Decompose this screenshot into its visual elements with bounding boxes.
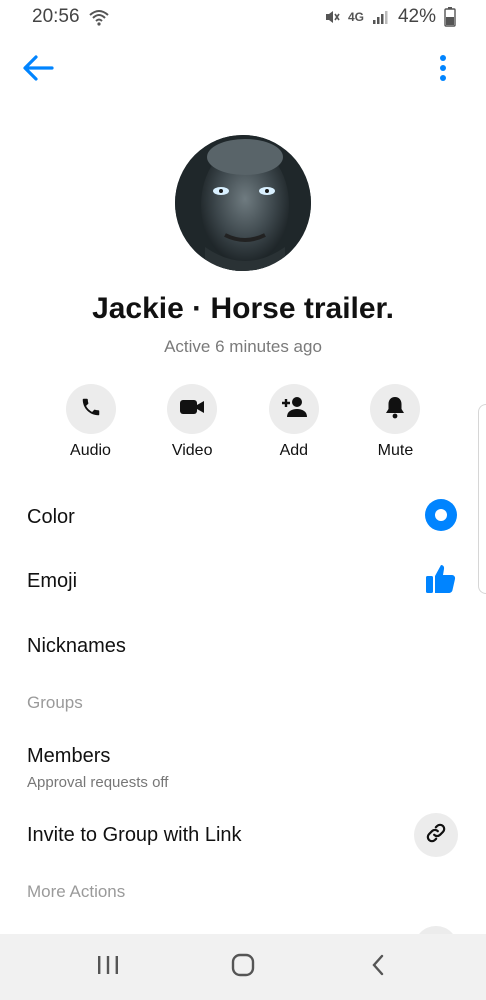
more-options-button[interactable]: [426, 50, 460, 90]
network-type-label: 4G: [347, 10, 364, 24]
battery-percent: 42%: [397, 6, 436, 27]
audio-label: Audio: [70, 442, 111, 459]
mute-button[interactable]: Mute: [345, 384, 446, 464]
more-vertical-icon: [439, 54, 447, 87]
system-nav-bar: [0, 934, 486, 1000]
add-label: Add: [279, 442, 309, 459]
wifi-icon: [88, 8, 110, 26]
profile-avatar[interactable]: [175, 135, 311, 271]
home-icon: [230, 952, 256, 983]
link-icon: [425, 822, 447, 849]
nicknames-label: Nicknames: [27, 634, 126, 657]
quick-actions: Audio Video Add Mute: [40, 384, 446, 464]
nicknames-row[interactable]: Nicknames: [0, 623, 486, 669]
status-time: 20:56: [32, 6, 80, 27]
back-button[interactable]: [18, 50, 58, 90]
video-camera-icon: [179, 397, 205, 422]
bell-icon: [384, 395, 406, 424]
active-status: Active 6 minutes ago: [164, 337, 322, 356]
emoji-row[interactable]: Emoji: [0, 558, 486, 604]
thumbs-up-icon: [424, 562, 458, 601]
home-button[interactable]: [213, 942, 273, 992]
status-bar: 20:56 4G 42%: [0, 0, 486, 34]
mute-status-icon: [324, 9, 340, 25]
color-label: Color: [27, 505, 75, 528]
more-actions-section-header: More Actions: [27, 882, 126, 901]
add-person-icon: [280, 395, 308, 424]
color-swatch-icon: [424, 498, 458, 537]
invite-link-label: Invite to Group with Link: [27, 823, 242, 846]
top-bar: [0, 44, 486, 96]
video-call-button[interactable]: Video: [142, 384, 243, 464]
system-back-button[interactable]: [348, 942, 408, 992]
members-label: Members: [27, 745, 111, 767]
phone-icon: [80, 396, 102, 423]
recent-apps-icon: [96, 954, 120, 981]
add-person-button[interactable]: Add: [243, 384, 344, 464]
audio-call-button[interactable]: Audio: [40, 384, 141, 464]
invite-link-button[interactable]: [414, 813, 458, 857]
emoji-label: Emoji: [27, 569, 78, 592]
color-row[interactable]: Color: [0, 494, 486, 540]
invite-link-row[interactable]: Invite to Group with Link: [0, 812, 486, 858]
battery-icon: [444, 7, 456, 27]
signal-icon: [372, 9, 390, 25]
groups-section-header: Groups: [27, 693, 83, 712]
members-sublabel: Approval requests off: [27, 774, 169, 791]
back-arrow-icon: [22, 54, 54, 87]
chevron-left-icon: [369, 953, 387, 982]
video-label: Video: [171, 442, 213, 459]
profile-name: Jackie · Horse trailer.: [92, 292, 394, 325]
recent-apps-button[interactable]: [78, 942, 138, 992]
members-row[interactable]: Members Approval requests off: [0, 740, 486, 796]
mute-label: Mute: [377, 442, 414, 459]
